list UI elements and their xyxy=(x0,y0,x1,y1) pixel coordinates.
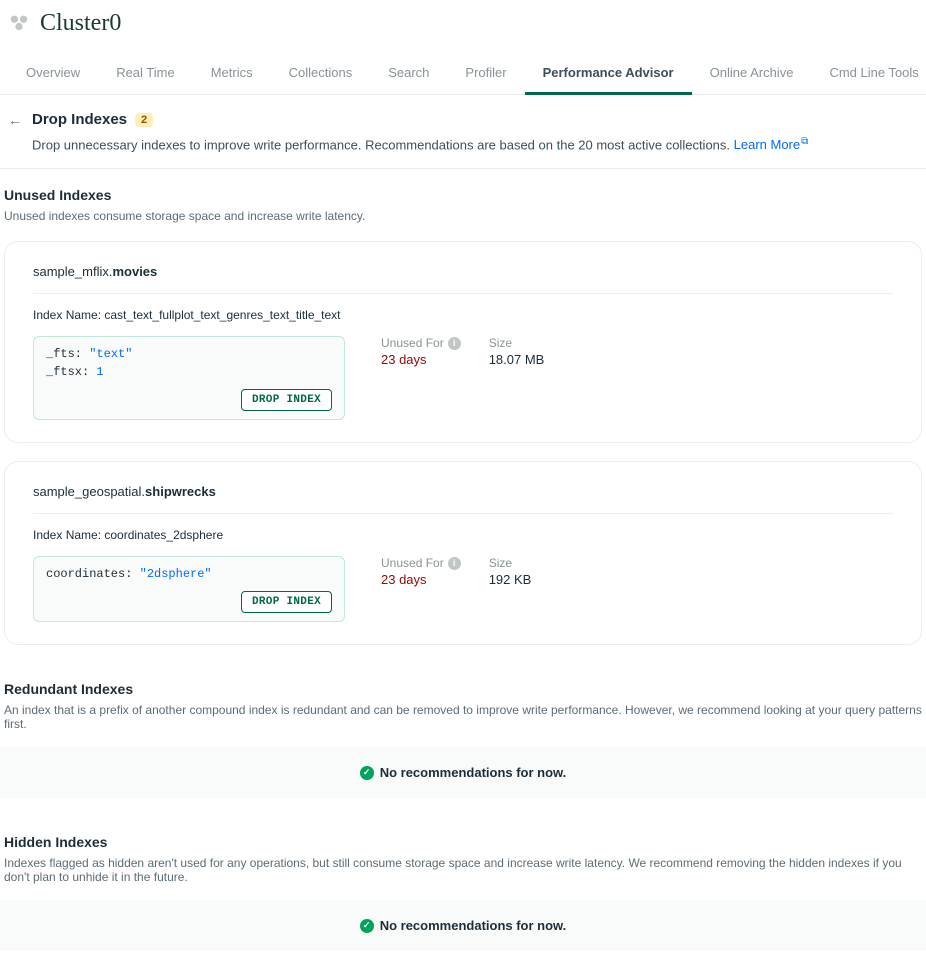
back-arrow-icon[interactable]: ← xyxy=(8,112,22,128)
snippet-line: _fts: "text" xyxy=(46,347,332,361)
tab-overview[interactable]: Overview xyxy=(8,53,98,95)
section-desc-redundant: An index that is a prefix of another com… xyxy=(0,703,926,743)
checkmark-icon: ✓ xyxy=(360,766,374,780)
index-spec-snippet: _fts: "text" _ftsx: 1 DROP INDEX xyxy=(33,336,345,420)
tab-metrics[interactable]: Metrics xyxy=(193,53,271,95)
stat-size: Size 18.07 MB xyxy=(489,336,545,367)
stat-label: Size xyxy=(489,336,545,350)
tab-search[interactable]: Search xyxy=(370,53,447,95)
collection-title: sample_geospatial.shipwrecks xyxy=(33,484,893,499)
index-stats: Unused Fori 23 days Size 192 KB xyxy=(381,556,531,587)
header: Cluster0 xyxy=(0,0,926,43)
tab-real-time[interactable]: Real Time xyxy=(98,53,193,95)
no-reco-hidden: ✓ No recommendations for now. xyxy=(0,900,926,951)
stat-value: 18.07 MB xyxy=(489,352,545,367)
page-description: Drop unnecessary indexes to improve writ… xyxy=(32,136,918,152)
info-icon[interactable]: i xyxy=(448,337,461,350)
checkmark-icon: ✓ xyxy=(360,919,374,933)
stat-label: Unused Fori xyxy=(381,336,461,350)
no-reco-text: No recommendations for now. xyxy=(380,765,567,780)
collection-title: sample_mflix.movies xyxy=(33,264,893,279)
index-row: coordinates: "2dsphere" DROP INDEX Unused … xyxy=(33,556,893,622)
tab-cmd-line-tools[interactable]: Cmd Line Tools xyxy=(811,53,926,95)
page-head: ← Drop Indexes 2 Drop unnecessary indexe… xyxy=(0,95,926,169)
snippet-line: _ftsx: 1 xyxy=(46,365,332,379)
stat-size: Size 192 KB xyxy=(489,556,532,587)
index-name: Index Name: cast_text_fullplot_text_genr… xyxy=(33,308,893,322)
index-card: sample_mflix.movies Index Name: cast_text… xyxy=(4,241,922,443)
tabs: OverviewReal TimeMetricsCollectionsSearc… xyxy=(0,53,926,95)
cluster-icon xyxy=(8,11,30,36)
cluster-name[interactable]: Cluster0 xyxy=(40,10,121,37)
divider xyxy=(33,293,893,294)
snippet-line: coordinates: "2dsphere" xyxy=(46,567,332,581)
stat-unused-for: Unused Fori 23 days xyxy=(381,336,461,367)
stat-label: Size xyxy=(489,556,532,570)
page-desc-text: Drop unnecessary indexes to improve writ… xyxy=(32,137,730,152)
learn-more-link[interactable]: Learn More⧉ xyxy=(734,137,809,152)
no-reco-redundant: ✓ No recommendations for now. xyxy=(0,747,926,798)
external-link-icon: ⧉ xyxy=(801,136,808,147)
stat-label: Unused Fori xyxy=(381,556,461,570)
tab-profiler[interactable]: Profiler xyxy=(447,53,524,95)
stat-value: 23 days xyxy=(381,572,461,587)
drop-index-button[interactable]: DROP INDEX xyxy=(241,591,332,613)
info-icon[interactable]: i xyxy=(448,557,461,570)
section-title-unused: Unused Indexes xyxy=(0,169,926,209)
index-card: sample_geospatial.shipwrecks Index Name: … xyxy=(4,461,922,645)
stat-value: 23 days xyxy=(381,352,461,367)
page-title: Drop Indexes xyxy=(32,111,127,128)
index-stats: Unused Fori 23 days Size 18.07 MB xyxy=(381,336,544,367)
count-badge: 2 xyxy=(135,113,153,127)
learn-more-text: Learn More xyxy=(734,137,800,152)
section-title-hidden: Hidden Indexes xyxy=(0,816,926,856)
index-name: Index Name: coordinates_2dsphere xyxy=(33,528,893,542)
no-reco-text: No recommendations for now. xyxy=(380,918,567,933)
section-title-redundant: Redundant Indexes xyxy=(0,663,926,703)
tab-performance-advisor[interactable]: Performance Advisor xyxy=(525,53,692,95)
index-row: _fts: "text" _ftsx: 1 DROP INDEX Unused For… xyxy=(33,336,893,420)
section-desc-unused: Unused indexes consume storage space and… xyxy=(0,209,926,235)
index-spec-snippet: coordinates: "2dsphere" DROP INDEX xyxy=(33,556,345,622)
drop-index-button[interactable]: DROP INDEX xyxy=(241,389,332,411)
tab-online-archive[interactable]: Online Archive xyxy=(692,53,812,95)
stat-value: 192 KB xyxy=(489,572,532,587)
tab-collections[interactable]: Collections xyxy=(271,53,371,95)
divider xyxy=(33,513,893,514)
section-desc-hidden: Indexes flagged as hidden aren't used fo… xyxy=(0,856,926,896)
stat-unused-for: Unused Fori 23 days xyxy=(381,556,461,587)
